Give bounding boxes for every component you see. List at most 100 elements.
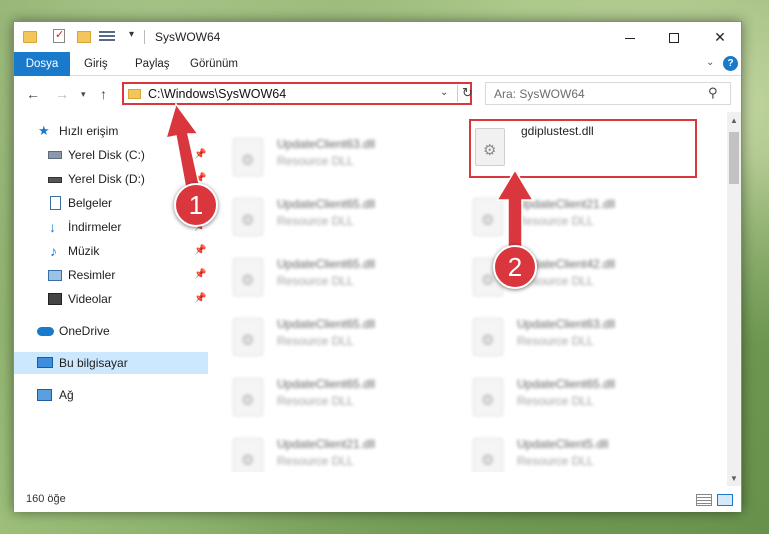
sidebar-item-local-disk-c[interactable]: Yerel Disk (C:) 📌 xyxy=(14,144,208,166)
minimize-button[interactable] xyxy=(607,22,653,52)
sidebar-item-onedrive[interactable]: OneDrive xyxy=(14,320,208,342)
download-arrow-icon: ↓ xyxy=(49,219,56,235)
tab-home[interactable]: Giriş xyxy=(74,52,118,76)
picture-icon xyxy=(48,270,62,281)
file-name: UpdateClient65.dll xyxy=(517,377,616,391)
up-arrow-icon[interactable]: ↑ xyxy=(100,86,107,102)
search-icon[interactable]: ⚲ xyxy=(708,85,718,101)
file-item[interactable]: UpdateClient63.dll Resource DLL xyxy=(229,132,459,184)
file-item-gdiplustest[interactable]: gdiplustest.dll xyxy=(469,119,697,178)
dll-file-icon xyxy=(233,438,263,472)
sidebar-item-videos[interactable]: Videolar 📌 xyxy=(14,288,208,310)
scroll-up-icon[interactable]: ▲ xyxy=(730,116,738,125)
sidebar-item-music[interactable]: ♪ Müzik 📌 xyxy=(14,240,208,262)
search-box[interactable]: Ara: SysWOW64 ⚲ xyxy=(485,82,731,105)
file-name: UpdateClient65.dll xyxy=(277,377,376,391)
file-item[interactable]: UpdateClient5.dll Resource DLL xyxy=(469,432,699,472)
window-title: SysWOW64 xyxy=(155,30,221,44)
help-icon[interactable]: ? xyxy=(723,56,738,71)
navigation-pane: ★ Hızlı erişim Yerel Disk (C:) 📌 Yerel D… xyxy=(14,112,210,472)
sidebar-item-this-pc[interactable]: Bu bilgisayar xyxy=(14,352,208,374)
tab-share[interactable]: Paylaş xyxy=(125,52,180,76)
chevron-down-icon[interactable]: ⌄ xyxy=(440,87,448,98)
sidebar-item-local-disk-d[interactable]: Yerel Disk (D:) 📌 xyxy=(14,168,208,190)
sidebar-item-quick-access[interactable]: ★ Hızlı erişim xyxy=(14,120,208,142)
tab-file[interactable]: Dosya xyxy=(14,52,70,76)
star-icon: ★ xyxy=(38,123,50,138)
file-item[interactable]: UpdateClient65.dll Resource DLL xyxy=(469,372,699,424)
search-input[interactable]: Ara: SysWOW64 xyxy=(494,87,585,101)
document-icon xyxy=(50,196,61,210)
sidebar-item-label: Müzik xyxy=(68,244,100,258)
file-name: UpdateClient65.dll xyxy=(277,197,376,211)
vertical-scrollbar[interactable]: ▲ ▼ xyxy=(727,112,741,486)
new-folder-icon[interactable] xyxy=(77,31,91,43)
folder-icon xyxy=(23,31,37,43)
view-options-icon[interactable] xyxy=(99,31,115,43)
maximize-button[interactable] xyxy=(651,22,697,52)
file-type: Resource DLL xyxy=(517,394,594,408)
quick-access-dropdown-icon[interactable]: ▾ xyxy=(129,29,134,45)
file-name: UpdateClient63.dll xyxy=(277,137,376,151)
scrollbar-thumb[interactable] xyxy=(729,132,739,184)
file-type: Resource DLL xyxy=(517,334,594,348)
dll-file-icon xyxy=(233,378,263,416)
back-arrow-icon[interactable]: ← xyxy=(26,86,40,102)
file-name: UpdateClient65.dll xyxy=(277,257,376,271)
file-item[interactable]: UpdateClient65.dll Resource DLL xyxy=(229,312,459,364)
title-bar: ▾ SysWOW64 ✕ xyxy=(14,22,741,52)
file-type: Resource DLL xyxy=(517,454,594,468)
sidebar-item-label: Yerel Disk (C:) xyxy=(68,148,145,162)
explorer-window: ▾ SysWOW64 ✕ Dosya Giriş Paylaş Görünüm … xyxy=(13,21,742,512)
scroll-down-icon[interactable]: ▼ xyxy=(730,474,738,483)
music-note-icon: ♪ xyxy=(50,243,57,259)
sidebar-item-label: Belgeler xyxy=(68,196,113,210)
file-name: UpdateClient65.dll xyxy=(277,317,376,331)
dll-file-icon xyxy=(233,198,263,236)
refresh-icon[interactable]: ↻ xyxy=(462,85,473,101)
file-type: Resource DLL xyxy=(277,274,354,288)
dll-file-icon xyxy=(473,438,503,472)
file-item[interactable]: UpdateClient21.dll Resource DLL xyxy=(229,432,459,472)
sidebar-item-label: İndirmeler xyxy=(68,220,122,234)
sidebar-item-network[interactable]: Ağ xyxy=(14,384,208,406)
dll-file-icon xyxy=(233,258,263,296)
file-type: Resource DLL xyxy=(277,334,354,348)
large-icons-view-icon[interactable] xyxy=(717,494,733,506)
computer-icon xyxy=(37,357,53,368)
file-item[interactable]: UpdateClient65.dll Resource DLL xyxy=(229,372,459,424)
dll-file-icon xyxy=(473,318,503,356)
file-name: gdiplustest.dll xyxy=(521,124,594,138)
file-item[interactable]: UpdateClient21.dll Resource DLL xyxy=(469,192,699,244)
sidebar-item-label: Resimler xyxy=(68,268,116,282)
sidebar-item-label: Videolar xyxy=(68,292,112,306)
properties-icon[interactable] xyxy=(53,28,65,43)
sidebar-item-label: Ağ xyxy=(59,388,74,402)
folder-icon xyxy=(128,89,141,99)
dll-file-icon xyxy=(473,378,503,416)
maximize-icon xyxy=(669,33,679,44)
recent-locations-chevron-icon[interactable]: ▾ xyxy=(81,89,86,100)
step-callout-2: 2 xyxy=(493,245,537,289)
file-type: Resource DLL xyxy=(277,454,354,468)
sidebar-item-pictures[interactable]: Resimler 📌 xyxy=(14,264,208,286)
ribbon-expand-icon[interactable]: ⌄ xyxy=(706,57,714,68)
file-item[interactable]: UpdateClient65.dll Resource DLL xyxy=(229,192,459,244)
details-view-icon[interactable] xyxy=(696,494,712,506)
file-item[interactable]: UpdateClient63.dll Resource DLL xyxy=(469,312,699,364)
tab-view[interactable]: Görünüm xyxy=(180,52,248,76)
step-callout-1: 1 xyxy=(174,183,218,227)
sidebar-item-label: Yerel Disk (D:) xyxy=(68,172,145,186)
file-type: Resource DLL xyxy=(517,214,594,228)
forward-arrow-icon[interactable]: → xyxy=(55,86,69,102)
close-button[interactable]: ✕ xyxy=(697,22,743,52)
file-type: Resource DLL xyxy=(277,394,354,408)
address-bar[interactable]: C:\Windows\SysWOW64 ⌄ ↻ xyxy=(122,82,473,105)
pin-icon: 📌 xyxy=(194,293,207,304)
minimize-icon xyxy=(625,37,635,39)
pin-icon: 📌 xyxy=(194,269,207,280)
address-path[interactable]: C:\Windows\SysWOW64 xyxy=(148,87,286,101)
file-item[interactable]: UpdateClient65.dll Resource DLL xyxy=(229,252,459,304)
pin-icon: 📌 xyxy=(194,149,207,160)
dll-file-icon xyxy=(233,318,263,356)
